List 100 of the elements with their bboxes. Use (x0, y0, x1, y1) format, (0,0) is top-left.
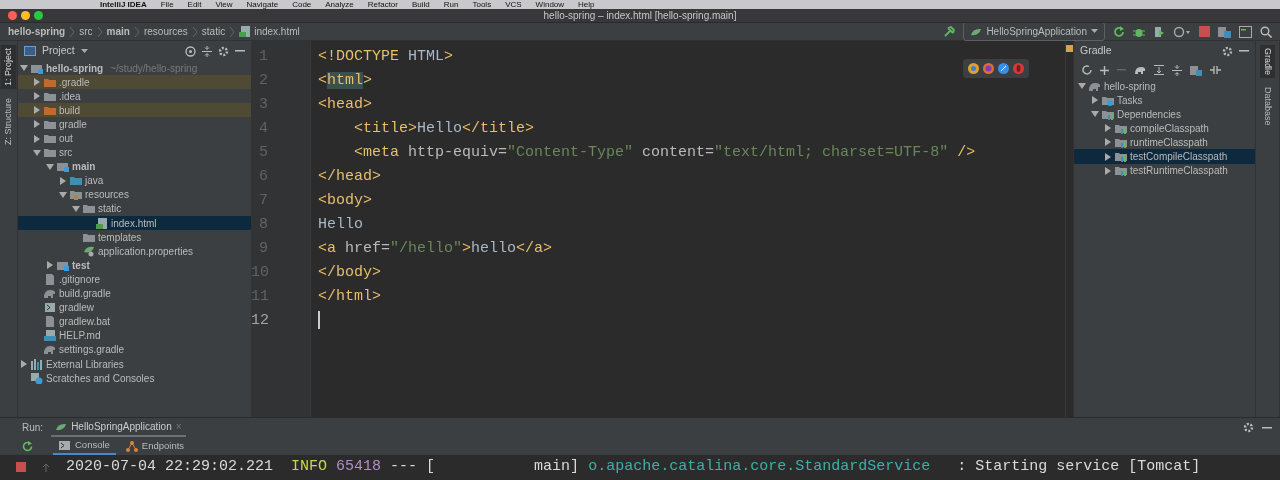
menu-item[interactable]: Refactor (367, 0, 398, 9)
tree-item[interactable]: testRuntimeClasspath (1074, 163, 1255, 178)
settings-icon[interactable] (1222, 45, 1233, 57)
tree-item[interactable]: hello-spring ~/study/hello-spring (18, 61, 251, 76)
minimize-icon[interactable] (1262, 426, 1272, 429)
hammer-icon[interactable] (943, 25, 956, 38)
tree-item[interactable]: gradle (18, 117, 251, 132)
close-button[interactable] (8, 11, 17, 20)
tree-item[interactable]: application.properties (18, 244, 251, 259)
expand-arrow-icon[interactable] (33, 134, 41, 143)
panel-title[interactable]: Project (42, 43, 75, 59)
minimize-button[interactable] (21, 11, 30, 20)
search-icon[interactable] (1260, 25, 1272, 38)
menu-item[interactable]: Help (578, 0, 595, 9)
rerun-icon[interactable] (22, 440, 33, 452)
tree-item[interactable]: build (18, 103, 251, 118)
maximize-button[interactable] (34, 11, 43, 20)
settings-icon[interactable] (218, 45, 229, 57)
tree-item[interactable]: build.gradle (18, 286, 251, 301)
collapse-arrow-icon[interactable] (1078, 82, 1086, 91)
collapse-arrow-icon[interactable] (59, 190, 67, 199)
window-icon[interactable] (1239, 25, 1252, 38)
refresh-icon[interactable] (1082, 65, 1092, 75)
breadcrumb-link[interactable]: resources (143, 24, 188, 39)
browser-icon[interactable] (968, 63, 979, 74)
tree-item[interactable]: runtimeClasspath (1074, 135, 1255, 150)
tree-item[interactable]: hello-spring (1074, 79, 1255, 94)
tree-item[interactable]: static (18, 201, 251, 217)
collapse-all-icon[interactable] (202, 45, 212, 57)
tree-item[interactable]: settings.gradle (18, 342, 251, 357)
tree-item[interactable]: index.html (18, 216, 251, 231)
toggle-offline-icon[interactable] (1210, 65, 1221, 75)
tree-item[interactable]: .idea (18, 89, 251, 104)
expand-arrow-icon[interactable] (1104, 152, 1112, 161)
dropdown-caret-icon[interactable] (80, 48, 88, 54)
project-structure-icon[interactable] (1218, 25, 1231, 38)
menu-item[interactable]: Run (443, 0, 459, 9)
collapse-arrow-icon[interactable] (20, 64, 28, 73)
menu-item[interactable]: Tools (472, 0, 492, 9)
tool-window-tab[interactable]: 1: Project (0, 45, 17, 90)
tree-item[interactable]: out (18, 131, 251, 146)
breadcrumb-link[interactable]: src (79, 24, 93, 39)
tree-item[interactable]: Scratches and Consoles (18, 371, 251, 386)
menu-item[interactable]: Analyze (325, 0, 354, 9)
expand-arrow-icon[interactable] (20, 360, 28, 368)
expand-arrow-icon[interactable] (59, 176, 67, 185)
collapse-arrow-icon[interactable] (1091, 110, 1099, 119)
tree-item[interactable]: External Libraries (18, 356, 251, 372)
rerun-icon[interactable] (1113, 25, 1125, 38)
tree-item[interactable]: java (18, 173, 251, 188)
expand-arrow-icon[interactable] (1104, 124, 1112, 133)
menu-item[interactable]: Code (292, 0, 312, 9)
expand-all-icon[interactable] (1154, 65, 1164, 75)
settings-icon[interactable] (1243, 422, 1254, 433)
expand-arrow-icon[interactable] (1091, 96, 1099, 105)
tool-window-tab[interactable]: Z: Structure (0, 95, 17, 149)
collapse-arrow-icon[interactable] (46, 162, 54, 171)
browser-icon[interactable] (998, 63, 1009, 74)
app-menu[interactable]: IntelliJ IDEA (100, 0, 147, 9)
expand-arrow-icon[interactable] (1104, 166, 1112, 175)
coverage-icon[interactable] (1153, 25, 1165, 38)
locate-icon[interactable] (185, 45, 196, 57)
tree-item[interactable]: Dependencies (1074, 107, 1255, 122)
menu-item[interactable]: File (160, 0, 174, 9)
expand-arrow-icon[interactable] (46, 261, 54, 270)
dependencies-icon[interactable] (1190, 64, 1202, 76)
tree-item[interactable]: testCompileClasspath (1074, 149, 1255, 164)
expand-arrow-icon[interactable] (33, 106, 41, 115)
console-tab[interactable]: Endpoints (119, 437, 191, 455)
menu-item[interactable]: View (215, 0, 233, 9)
breadcrumb-link[interactable]: main (106, 24, 130, 39)
collapse-arrow-icon[interactable] (72, 205, 80, 213)
tree-item[interactable]: templates (18, 230, 251, 245)
breadcrumb-link[interactable]: index.html (239, 24, 300, 39)
expand-arrow-icon[interactable] (33, 92, 41, 101)
tree-item[interactable]: src (18, 145, 251, 160)
tree-item[interactable]: test (18, 258, 251, 273)
breadcrumb-link[interactable]: static (201, 24, 226, 39)
expand-arrow-icon[interactable] (33, 78, 41, 87)
menu-item[interactable]: VCS (505, 0, 522, 9)
profiler-icon[interactable] (1173, 25, 1191, 38)
elephant-icon[interactable] (1134, 65, 1146, 75)
tool-window-tab[interactable]: Gradle (1259, 45, 1276, 78)
menu-item[interactable]: Window (535, 0, 565, 9)
menu-item[interactable]: Edit (187, 0, 202, 9)
tree-item[interactable]: HELP.md (18, 328, 251, 343)
tree-item[interactable]: .gradle (18, 75, 251, 90)
collapse-all-icon[interactable] (1172, 64, 1182, 76)
warning-marker-icon[interactable] (1066, 45, 1073, 52)
tree-item[interactable]: compileClasspath (1074, 121, 1255, 136)
run-tab[interactable]: HelloSpringApplication × (51, 418, 186, 437)
menu-item[interactable]: Navigate (246, 0, 279, 9)
tree-item[interactable]: gradlew (18, 300, 251, 315)
breadcrumb-link[interactable]: hello-spring (8, 24, 66, 39)
tree-item[interactable]: main (18, 159, 251, 174)
tool-window-tab[interactable]: Database (1259, 84, 1276, 129)
tree-item[interactable]: .gitignore (18, 272, 251, 287)
tree-item[interactable]: Tasks (1074, 93, 1255, 108)
collapse-arrow-icon[interactable] (33, 148, 41, 157)
menu-item[interactable]: Build (412, 0, 430, 9)
